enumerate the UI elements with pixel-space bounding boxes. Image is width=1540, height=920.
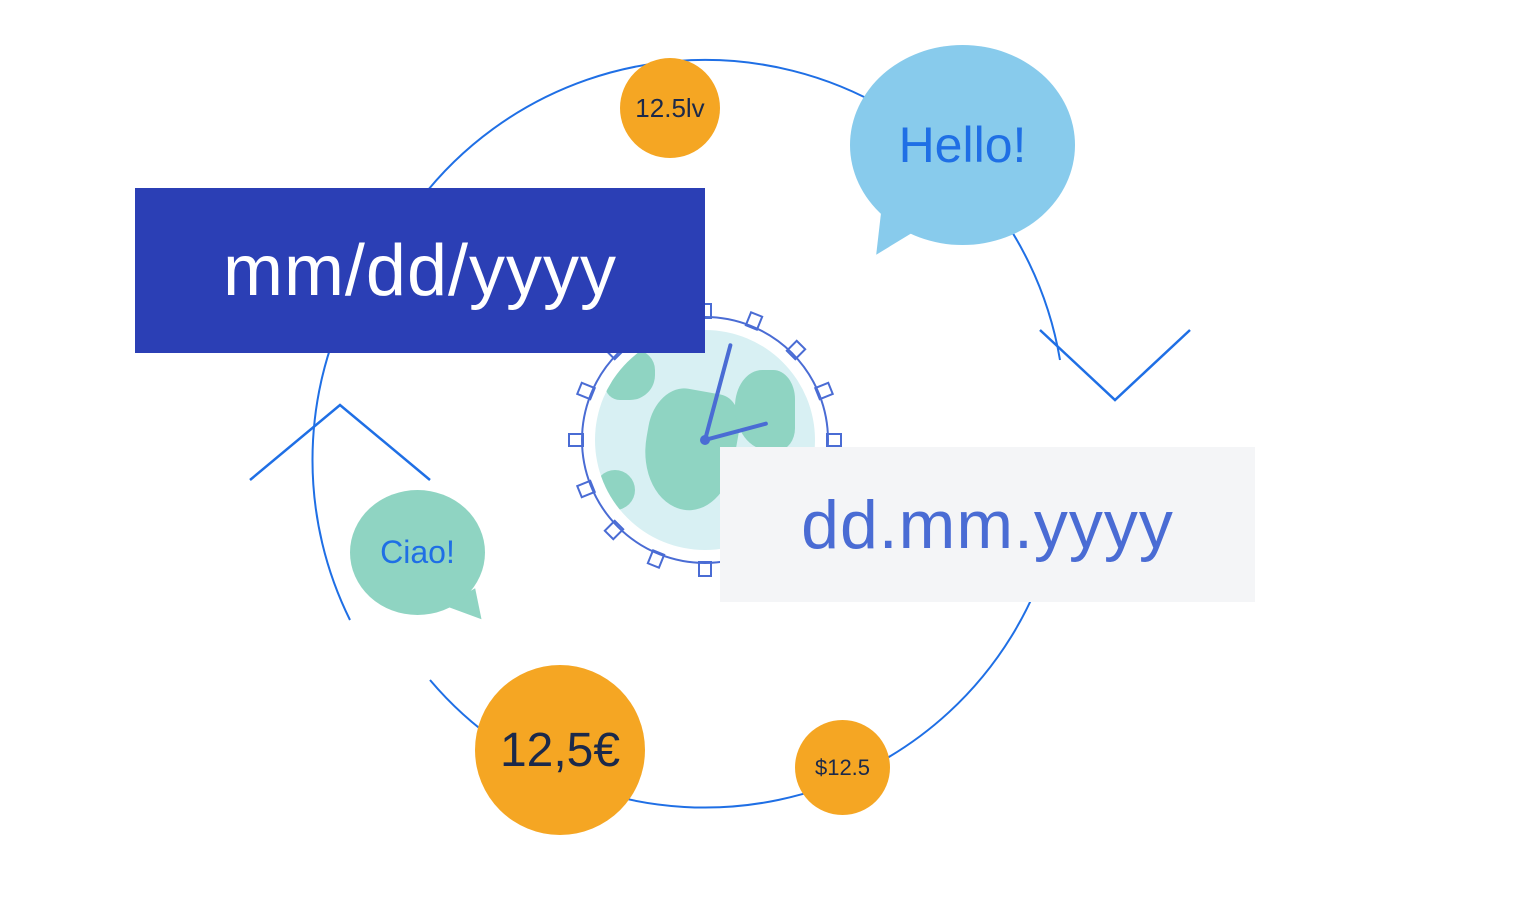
- date-format-eu: dd.mm.yyyy: [720, 447, 1255, 602]
- currency-lev-coin: 12.5lv: [620, 58, 720, 158]
- greeting-english-bubble: Hello!: [850, 45, 1075, 245]
- currency-euro-coin: 12,5€: [475, 665, 645, 835]
- localization-diagram: mm/dd/yyyy dd.mm.yyyy Hello! Ciao! 12.5l…: [0, 0, 1540, 920]
- greeting-italian-bubble: Ciao!: [350, 490, 485, 615]
- currency-dollar-coin: $12.5: [795, 720, 890, 815]
- date-format-us: mm/dd/yyyy: [135, 188, 705, 353]
